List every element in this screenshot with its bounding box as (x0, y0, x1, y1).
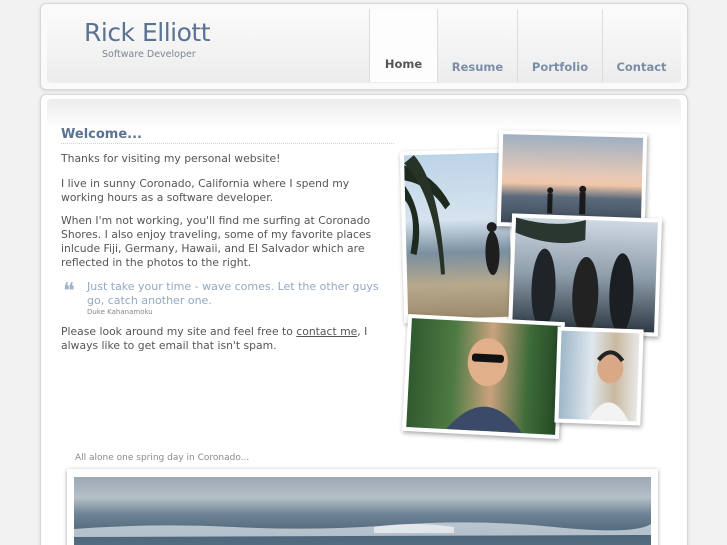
van-window-image (558, 330, 640, 422)
site-subtitle: Software Developer (102, 49, 196, 60)
intro-paragraph: Thanks for visiting my personal website! (61, 152, 281, 165)
hobbies-paragraph: When I'm not working, you'll find me sur… (61, 214, 372, 269)
site-title[interactable]: Rick Elliott (84, 18, 211, 47)
portrait-sunglasses-image (406, 318, 561, 435)
contact-text-before: Please look around my site and feel free… (61, 325, 297, 338)
nav-portfolio[interactable]: Portfolio (517, 9, 602, 82)
quote-icon: ❝ (63, 279, 75, 304)
contact-paragraph: Please look around my site and feel free… (61, 325, 391, 353)
coronado-banner-image (74, 477, 651, 545)
portrait-sunglasses-photo (402, 313, 565, 440)
coronado-banner-photo (67, 469, 658, 545)
main-card-top-gradient (47, 99, 681, 129)
main-nav: Home Resume Portfolio Contact (369, 9, 680, 82)
quote-author: Duke Kahanamoku (87, 308, 153, 316)
friends-silhouette-image (512, 217, 658, 333)
gallery-caption: All alone one spring day in Coronado... (75, 453, 250, 463)
sunset-surfers-image (500, 134, 644, 226)
welcome-heading: Welcome... (61, 127, 142, 142)
friends-silhouette-photo (507, 213, 663, 337)
quote-text: Just take your time - wave comes. Let th… (87, 280, 379, 307)
beach-palm-image (403, 152, 513, 320)
nav-contact[interactable]: Contact (602, 9, 680, 82)
nav-resume[interactable]: Resume (437, 9, 517, 82)
heading-divider (61, 143, 394, 144)
van-window-photo (554, 326, 644, 426)
location-paragraph: I live in sunny Coronado, California whe… (61, 177, 350, 204)
nav-home[interactable]: Home (369, 9, 437, 82)
contact-me-link[interactable]: contact me (296, 325, 357, 338)
